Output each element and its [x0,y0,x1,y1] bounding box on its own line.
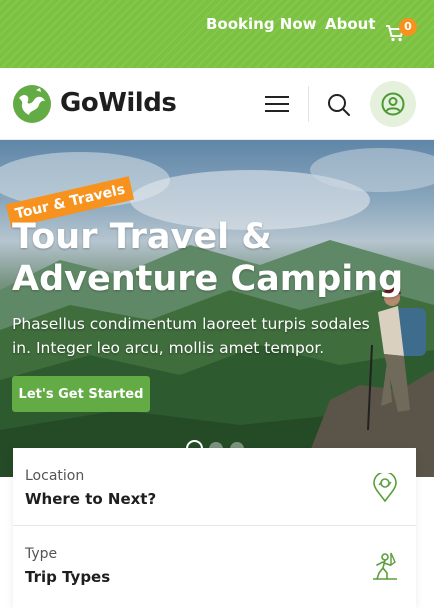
map-pin-icon [373,473,397,503]
location-label: Location [25,468,85,484]
site-header: GoWilds [0,68,434,140]
hero-description: Phasellus condimentum laoreet turpis sod… [12,315,370,357]
logo-text[interactable]: GoWilds [60,88,177,118]
hero-banner: Tour & Travels Tour Travel & Adventure C… [0,140,434,477]
top-bar: Booking Now About 0 [0,0,434,68]
logo-icon[interactable] [12,84,52,124]
location-value: Where to Next? [25,490,157,508]
hiker-icon [373,552,397,580]
cart-count-badge: 0 [399,18,417,36]
type-value: Trip Types [25,568,111,586]
type-label: Type [25,546,58,562]
header-divider [308,86,309,122]
hero-title: Tour Travel & Adventure Camping [12,217,404,299]
booking-now-link[interactable]: Booking Now [206,15,317,33]
get-started-button[interactable]: Let's Get Started [12,376,150,412]
user-account-button[interactable] [370,81,416,127]
location-field[interactable]: Location Where to Next? [13,448,416,526]
user-icon [381,92,405,116]
about-link[interactable]: About [325,15,376,33]
hamburger-icon[interactable] [264,92,292,116]
search-icon[interactable] [326,92,352,118]
trip-type-field[interactable]: Type Trip Types [13,526,416,604]
trip-search-card: Location Where to Next? Type Trip Types [13,448,416,608]
